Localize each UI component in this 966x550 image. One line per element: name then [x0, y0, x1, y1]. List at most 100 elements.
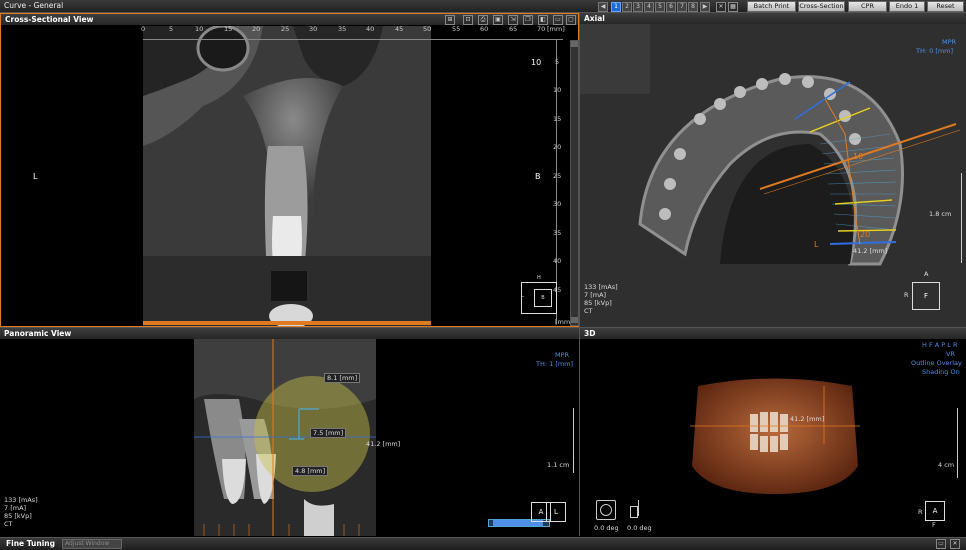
scale-label: 1.1 cm — [547, 461, 570, 469]
ruler-tick: 35 — [338, 25, 347, 33]
panoramic-header: Panoramic View — [0, 328, 579, 339]
zoom-fit-icon[interactable]: ⊡ — [463, 15, 473, 25]
ruler-tick: 10 — [553, 86, 562, 94]
page-button-4[interactable]: 4 — [644, 2, 654, 12]
rotate-y-block — [630, 506, 638, 518]
ruler-tick: 40 — [366, 25, 375, 33]
statusbar-close-icon[interactable]: ✕ — [950, 539, 960, 549]
page-button-8[interactable]: 8 — [688, 2, 698, 12]
axial-header: Axial — [580, 13, 966, 24]
cross-sectional-header: Cross-Sectional View — [1, 14, 578, 25]
vr-label: VR — [946, 350, 955, 358]
close-layout-icon[interactable]: ✕ — [716, 2, 726, 12]
ruler-tick: 30 — [309, 25, 318, 33]
scale-bar — [573, 408, 574, 473]
view-3d-panel[interactable]: 3D H F A P L R VR Outline Overlay Shadin… — [580, 328, 966, 536]
outline-overlay-label: Outline Overlay — [911, 359, 962, 367]
minimize-icon[interactable]: ▭ — [553, 15, 563, 25]
page-button-2[interactable]: 2 — [622, 2, 632, 12]
orientation-cube[interactable]: H L B — [521, 275, 557, 314]
page-button-7[interactable]: 7 — [677, 2, 687, 12]
kvp-value: 85 [kVp] — [584, 299, 612, 307]
modality-value: CT — [584, 307, 593, 315]
measurement-label[interactable]: 41.2 [mm] — [790, 415, 824, 423]
reset-button[interactable]: Reset — [927, 1, 964, 12]
rotate-y-icon[interactable] — [628, 500, 646, 518]
orient-left-label: R — [918, 508, 923, 516]
thickness-label: TH: 1 [mm] — [536, 360, 574, 368]
scale-bar — [961, 173, 962, 263]
scroll-up-icon[interactable] — [571, 41, 578, 47]
orient-center: B — [534, 289, 552, 307]
ruler-tick: 20 — [252, 25, 261, 33]
ruler-tick: 20 — [553, 143, 562, 151]
page-button-3[interactable]: 3 — [633, 2, 643, 12]
export-icon[interactable]: ⇲ — [508, 15, 518, 25]
endo1-button[interactable]: Endo 1 — [889, 1, 925, 12]
right-orientation-label: B — [535, 172, 541, 181]
orient-top: H — [537, 275, 541, 281]
measurement-label-4[interactable]: 4.8 [mm] — [292, 466, 329, 476]
axial-panel[interactable]: Axial MPR TH: 0 [mm] 1.8 cm 41.2 [mm] 10… — [580, 13, 966, 327]
thickness-label: TH: 0 [mm] — [916, 47, 954, 55]
ruler-tick: 35 — [553, 229, 562, 237]
cross-sectional-panel[interactable]: Cross-Sectional View ⊞ ⊡ ⎙ ▣ ⇲ ❐ ◧ ▭ ▢ 0… — [0, 13, 579, 327]
vertical-divider[interactable] — [579, 13, 580, 536]
cross-section-button[interactable]: Cross-Section — [798, 1, 845, 12]
right-ruler: 5 10 15 20 25 30 35 40 45 [mm] — [553, 40, 573, 326]
nav-divider — [604, 2, 608, 10]
panoramic-panel[interactable]: Panoramic View 8.1 [mm] 7.5 [mm] 41.2 [m… — [0, 328, 579, 536]
mpr-label: MPR — [942, 38, 957, 46]
orient-bottom-label: F — [932, 521, 936, 529]
horizontal-divider[interactable] — [0, 327, 966, 328]
top-ruler: 0 5 10 15 20 25 30 35 40 45 50 55 60 65 … — [141, 25, 565, 40]
orientation-cube[interactable]: F — [912, 282, 940, 310]
panoramic-title: Panoramic View — [4, 329, 72, 338]
ruler-tick: 15 — [553, 115, 562, 123]
rotate-x-icon[interactable] — [596, 500, 616, 520]
title-bar: Curve - General ◀ 1 2 3 4 5 6 7 8 ▶ ✕ ▦ … — [0, 0, 966, 13]
panoramic-image — [194, 339, 376, 536]
page-button-1[interactable]: 1 — [611, 2, 621, 12]
cross-section-image — [143, 26, 431, 326]
batch-print-button[interactable]: Batch Print — [747, 1, 796, 12]
fine-tuning-field[interactable]: Adjust Window — [62, 539, 122, 549]
curve-length-label: 41.2 [mm] — [853, 247, 888, 255]
left-orientation-label: L — [33, 172, 38, 181]
page-button-6[interactable]: 6 — [666, 2, 676, 12]
scan-info: 133 [mAs] 7 [mA] 85 [kVp] CT — [584, 283, 618, 315]
maximize-icon[interactable]: ▢ — [566, 15, 576, 25]
ruler-tick: 25 — [553, 172, 562, 180]
vertical-scrollbar[interactable] — [570, 40, 579, 326]
page-button-5[interactable]: 5 — [655, 2, 665, 12]
orient-l-box[interactable]: L — [546, 502, 566, 522]
ruler-tick: 65 — [509, 25, 518, 33]
mas-value: 133 [mAs] — [584, 283, 618, 291]
orientation-letters[interactable]: H F A P L R — [922, 341, 957, 349]
ruler-tick: 55 — [452, 25, 461, 33]
orientation-cube[interactable]: A — [925, 501, 945, 521]
ruler-tick: 70 — [537, 25, 546, 33]
layout-grid-icon[interactable]: ▦ — [728, 2, 738, 12]
scale-label: 4 cm — [938, 461, 955, 469]
copy-icon[interactable]: ❐ — [523, 15, 533, 25]
scroll-down-icon[interactable] — [571, 317, 578, 323]
layout-icon[interactable]: ◧ — [538, 15, 548, 25]
measurement-label-3[interactable]: 41.2 [mm] — [366, 440, 400, 448]
measurement-label-2[interactable]: 7.5 [mm] — [310, 428, 347, 438]
mpr-label: MPR — [555, 351, 570, 359]
statusbar-minimize-icon[interactable]: ▭ — [936, 539, 946, 549]
next-button[interactable]: ▶ — [700, 2, 710, 12]
cpr-button[interactable]: CPR — [848, 1, 887, 12]
axial-title: Axial — [584, 14, 605, 23]
view-3d-title: 3D — [584, 329, 596, 338]
grid-toggle-icon[interactable]: ⊞ — [445, 15, 455, 25]
ruler-tick: 15 — [224, 25, 233, 33]
measurement-label-1[interactable]: 8.1 [mm] — [324, 373, 361, 383]
orient-left-label: R — [904, 291, 909, 299]
volume-render-image — [690, 378, 860, 494]
window-title: Curve - General — [4, 1, 64, 10]
snapshot-icon[interactable]: ▣ — [493, 15, 503, 25]
print-icon[interactable]: ⎙ — [478, 15, 488, 25]
slice-number: 10 — [531, 58, 542, 67]
